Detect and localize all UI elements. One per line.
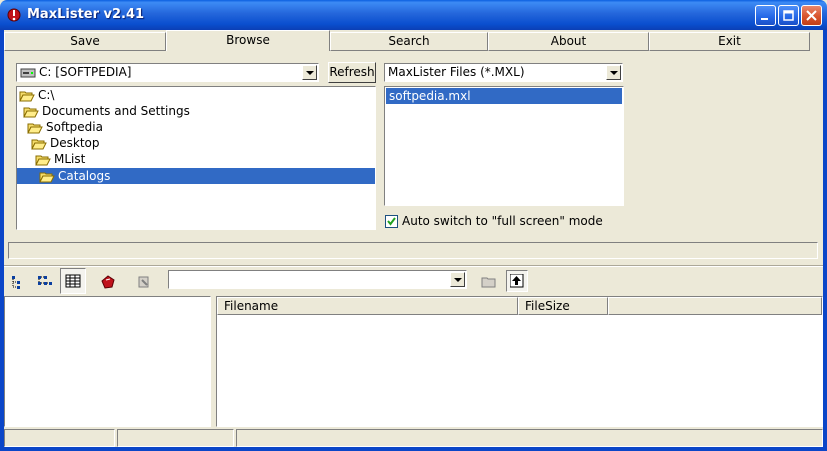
folder-open-icon xyxy=(27,123,43,134)
properties-button xyxy=(132,270,156,294)
path-select[interactable] xyxy=(168,270,467,289)
status-panel-2 xyxy=(117,429,234,447)
chevron-down-icon xyxy=(454,278,462,282)
file-filter-select[interactable]: MaxLister Files (*.MXL) xyxy=(384,63,623,82)
minimize-icon xyxy=(761,18,768,20)
folder-open-icon xyxy=(31,139,47,150)
column-header-empty[interactable] xyxy=(608,297,822,315)
column-header-filesize[interactable]: FileSize xyxy=(518,297,608,315)
tab-about[interactable]: About xyxy=(488,32,649,51)
window-title: MaxLister v2.41 xyxy=(27,7,145,22)
close-icon xyxy=(806,10,817,21)
directory-tree[interactable]: C:\ Documents and Settings Softpedia Des… xyxy=(16,86,376,230)
tree-item[interactable]: C:\ xyxy=(19,87,54,103)
folder-open-icon xyxy=(35,155,51,166)
title-bar: MaxLister v2.41 xyxy=(0,0,827,30)
tree-collapse-button[interactable] xyxy=(7,270,31,294)
catalog-tree[interactable] xyxy=(4,296,211,427)
maximize-button[interactable] xyxy=(778,5,799,26)
folder-icon xyxy=(481,277,496,288)
folder-open-icon xyxy=(39,172,55,183)
close-button[interactable] xyxy=(801,5,822,26)
detail-view-button[interactable] xyxy=(60,268,86,294)
chevron-down-icon xyxy=(610,71,618,75)
tree-expand-icon xyxy=(38,276,52,285)
app-icon xyxy=(7,8,21,22)
auto-switch-checkbox[interactable] xyxy=(385,215,398,228)
maximize-icon xyxy=(783,10,794,21)
drive-select[interactable]: C: [SOFTPEDIA] xyxy=(16,63,319,82)
folder-open-icon xyxy=(23,107,39,118)
tab-search[interactable]: Search xyxy=(330,32,488,51)
tree-item[interactable]: Softpedia xyxy=(27,119,103,135)
checkmark-icon xyxy=(387,217,396,226)
catalog-file-list[interactable]: Filename FileSize xyxy=(216,296,823,427)
file-filter-value: MaxLister Files (*.MXL) xyxy=(388,65,525,79)
folder-open-icon xyxy=(19,91,35,102)
catalog-icon xyxy=(101,275,115,289)
browse-status-bar xyxy=(8,242,818,259)
drive-icon xyxy=(20,68,36,77)
up-level-button[interactable] xyxy=(506,270,528,292)
file-filter-dropdown[interactable] xyxy=(606,65,621,80)
divider xyxy=(4,265,823,267)
tree-item[interactable]: Documents and Settings xyxy=(23,103,190,119)
tree-item[interactable]: Desktop xyxy=(31,135,100,151)
tree-item-selected[interactable]: Catalogs xyxy=(17,168,375,184)
tree-collapse-icon xyxy=(12,276,20,289)
catalog-button[interactable] xyxy=(96,270,120,294)
auto-switch-label: Auto switch to "full screen" mode xyxy=(402,214,603,228)
refresh-button[interactable]: Refresh xyxy=(328,62,376,83)
path-select-dropdown[interactable] xyxy=(450,272,465,287)
main-tabs: Save Browse Search About Exit xyxy=(4,30,823,51)
chevron-down-icon xyxy=(306,71,314,75)
arrow-up-icon xyxy=(510,274,524,288)
tree-expand-button[interactable] xyxy=(33,270,57,294)
tab-exit[interactable]: Exit xyxy=(649,32,810,51)
file-list[interactable]: softpedia.mxl xyxy=(384,86,624,206)
status-panel-1 xyxy=(4,429,115,447)
minimize-button[interactable] xyxy=(755,5,776,26)
drive-select-value: C: [SOFTPEDIA] xyxy=(39,65,132,79)
tab-browse[interactable]: Browse xyxy=(166,30,330,51)
drive-select-dropdown[interactable] xyxy=(302,65,317,80)
file-list-item[interactable]: softpedia.mxl xyxy=(386,88,622,104)
properties-icon xyxy=(138,276,149,288)
open-folder-button xyxy=(477,270,501,294)
tree-item[interactable]: MList xyxy=(35,151,85,167)
tab-save[interactable]: Save xyxy=(4,32,166,51)
column-header-filename[interactable]: Filename xyxy=(217,297,518,315)
detail-view-icon xyxy=(65,274,81,288)
status-panel-3 xyxy=(236,429,823,447)
